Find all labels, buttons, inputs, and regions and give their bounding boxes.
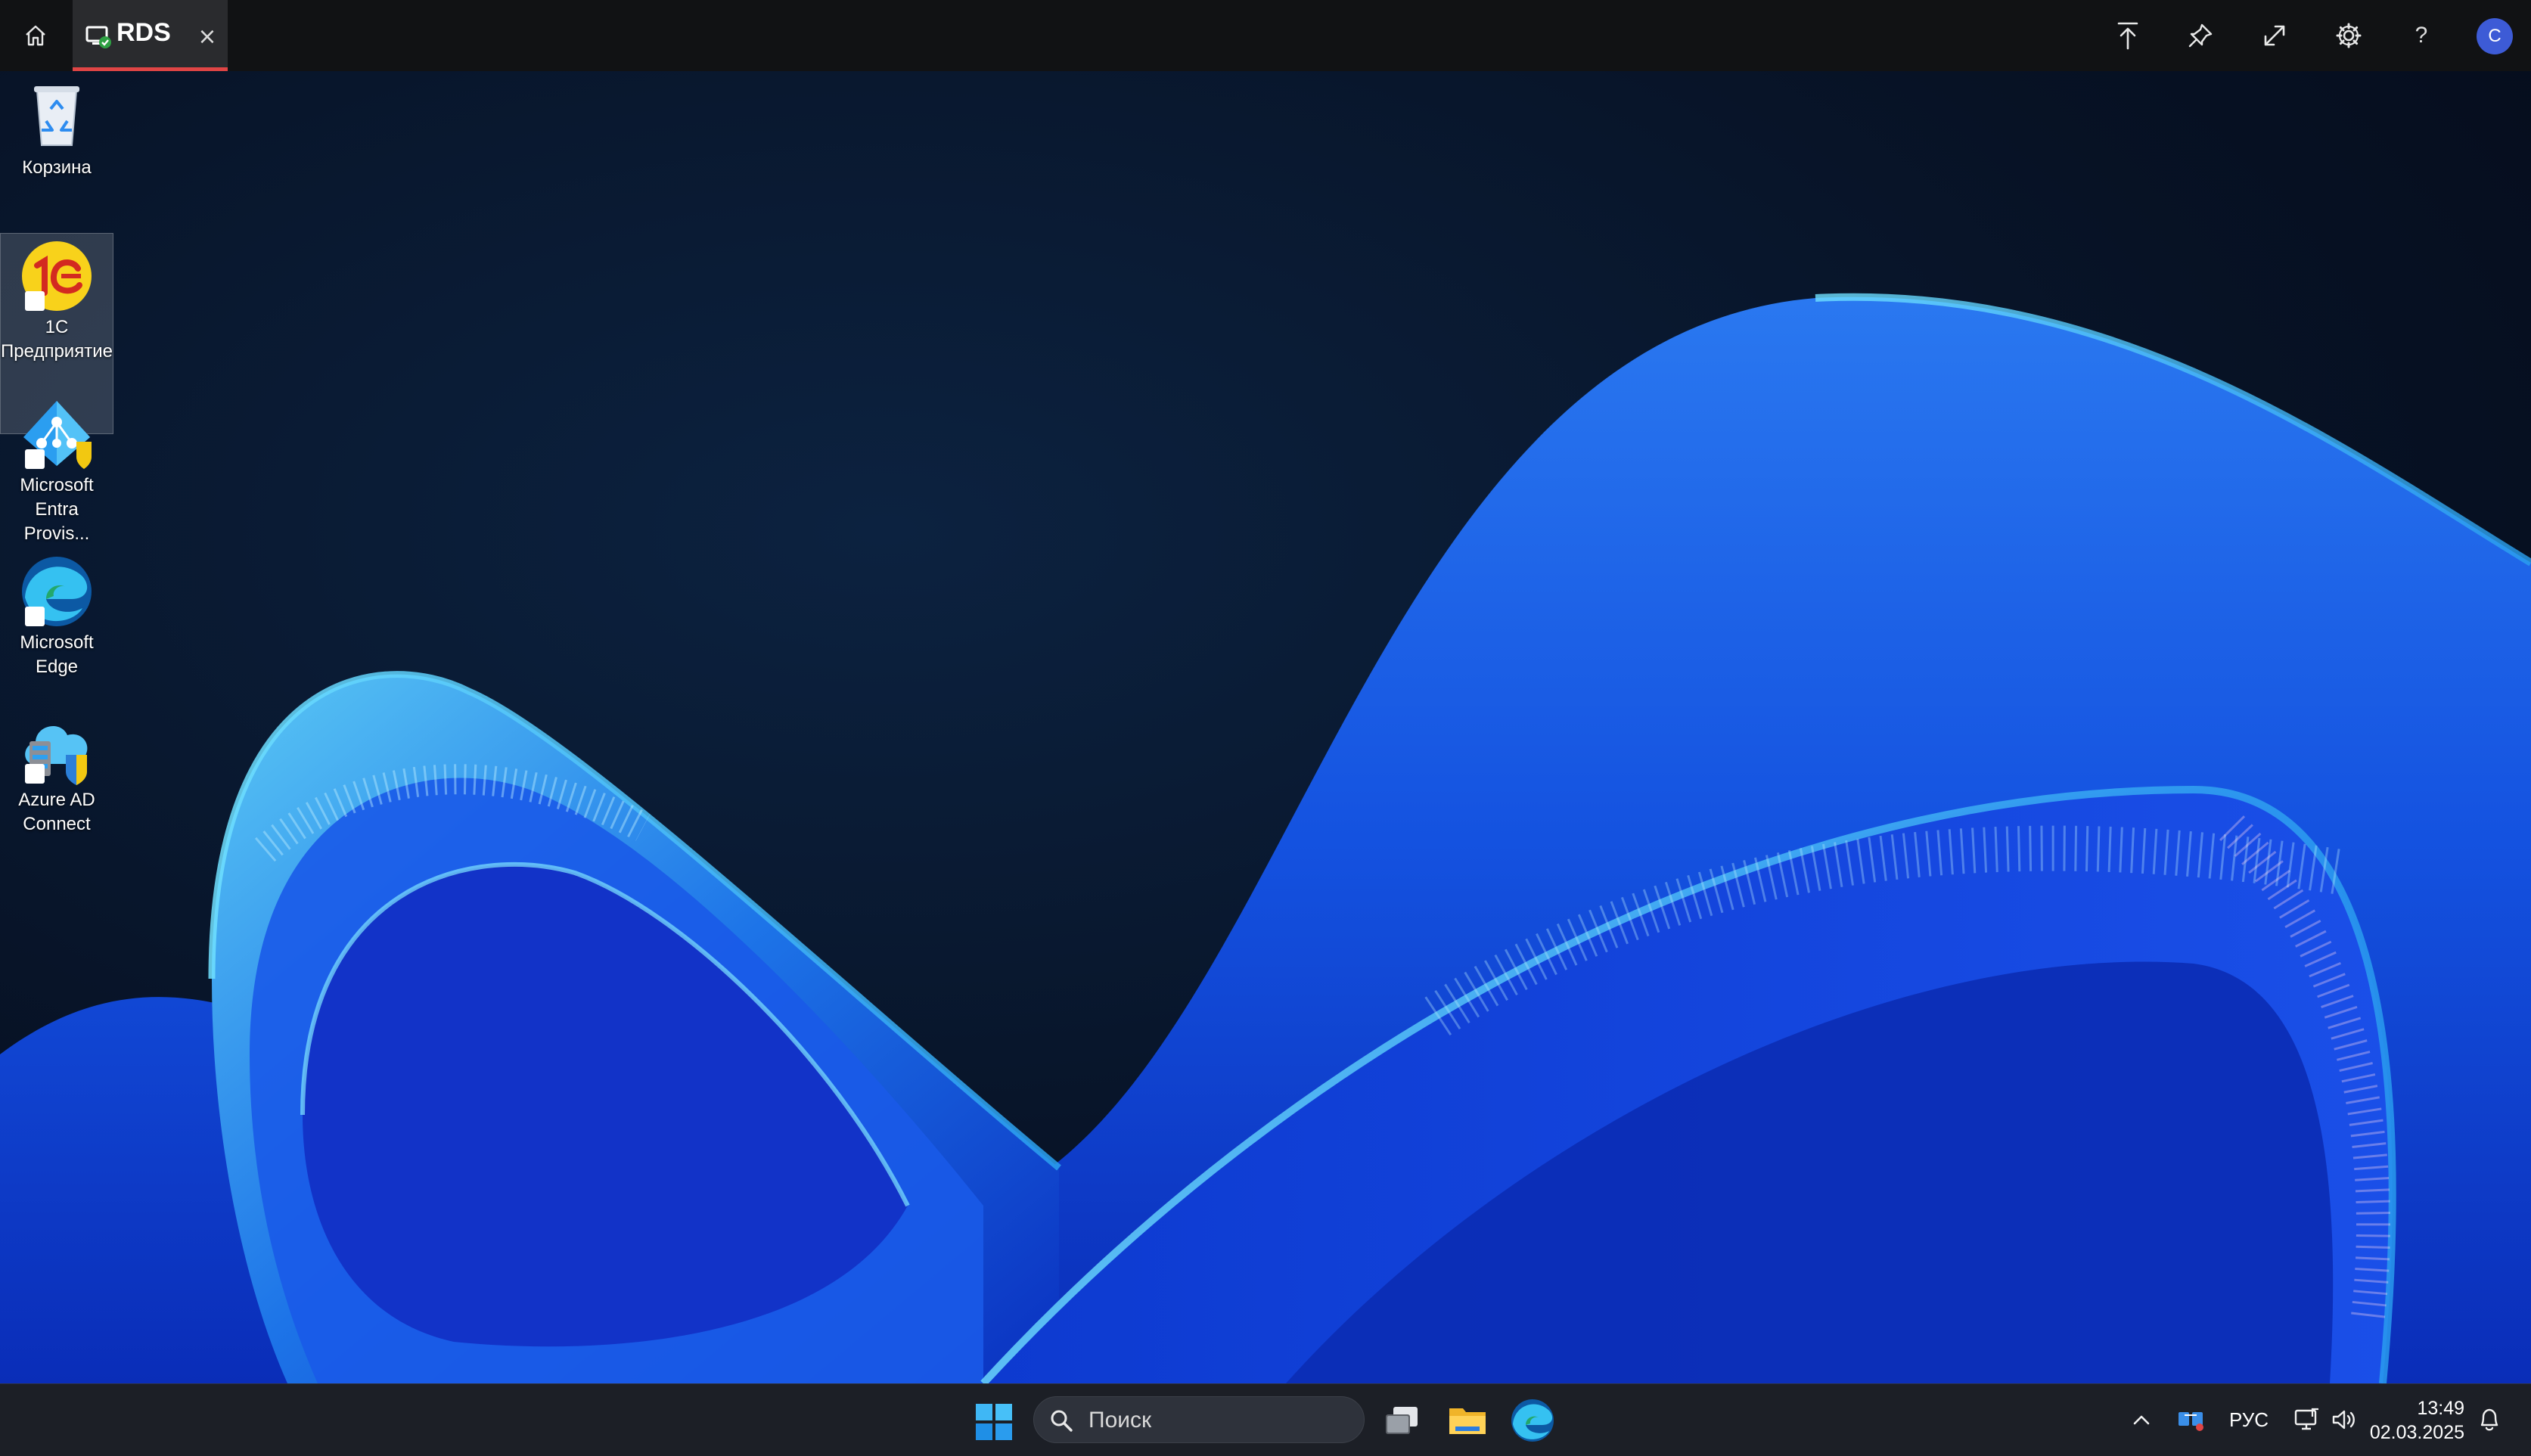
desktop-icon-label: 1С Предприятие	[1, 317, 113, 362]
desktop-icon-label: Microsoft Entra Provis...	[20, 475, 94, 544]
upload-icon	[2117, 22, 2138, 50]
file-explorer-icon[interactable]	[1443, 1396, 1492, 1445]
show-hidden-icons-button[interactable]	[2123, 1395, 2160, 1445]
recycle-bin-icon	[34, 86, 79, 146]
volume-icon	[2332, 1410, 2355, 1430]
edge-icon[interactable]	[1508, 1396, 1557, 1445]
tab-rds[interactable]: RDS ×	[73, 0, 228, 71]
search-icon	[1051, 1410, 1073, 1432]
tray-network-app[interactable]	[2172, 1395, 2210, 1445]
pin-icon	[2188, 23, 2213, 48]
bell-icon	[2480, 1408, 2498, 1431]
fullscreen-icon	[2264, 25, 2285, 46]
close-tab-button[interactable]: ×	[192, 20, 222, 53]
taskbar-clock[interactable]: 13:49 02.03.2025	[2366, 1396, 2464, 1445]
avatar[interactable]: C	[2477, 18, 2513, 54]
home-button[interactable]	[11, 11, 61, 61]
windows-start-icon[interactable]	[971, 1399, 1017, 1445]
input-language-indicator[interactable]: РУС	[2222, 1395, 2275, 1445]
settings-button[interactable]	[2324, 11, 2374, 61]
shortcut-arrow-icon	[25, 607, 45, 626]
notifications-button[interactable]	[2470, 1395, 2508, 1445]
search-placeholder: Поиск	[1088, 1408, 1152, 1433]
entra-provisioning-icon	[19, 396, 95, 472]
1c-enterprise-icon	[19, 238, 95, 314]
edge-icon	[19, 554, 95, 629]
tray-volume-button[interactable]	[2325, 1395, 2363, 1445]
desktop-icon-label: Microsoft Edge	[20, 632, 94, 677]
help-button[interactable]: ?	[2396, 11, 2446, 61]
pin-button[interactable]	[2175, 11, 2225, 61]
shortcut-arrow-icon	[25, 764, 45, 784]
help-icon: ?	[2415, 23, 2428, 48]
fullscreen-button[interactable]	[2250, 11, 2300, 61]
tray-display-button[interactable]	[2287, 1395, 2325, 1445]
desktop-icon-label: Корзина	[22, 157, 92, 178]
clock-date: 02.03.2025	[2369, 1422, 2464, 1443]
taskbar-search-box[interactable]: Поиск	[1033, 1396, 1365, 1443]
rds-client-toolbar: RDS × ? C	[0, 0, 2531, 71]
upload-button[interactable]	[2103, 11, 2153, 61]
remote-desktop-area[interactable]: Корзина 1С Предприятие Microsoft Entra P…	[0, 71, 2531, 1383]
remote-desktop-icon	[85, 26, 111, 48]
wallpaper-bloom	[0, 71, 2531, 1383]
desktop-icon-azure-ad-connect[interactable]: Azure AD Connect	[0, 706, 113, 908]
taskbar: Поиск РУС 13:49 02.03.2025	[0, 1383, 2531, 1456]
shortcut-arrow-icon	[25, 291, 45, 311]
clock-time: 13:49	[2417, 1398, 2464, 1419]
chevron-up-icon	[2133, 1415, 2150, 1425]
tab-label: RDS	[116, 18, 171, 47]
language-label: РУС	[2228, 1408, 2269, 1431]
close-icon: ×	[197, 23, 217, 50]
azure-ad-connect-icon	[19, 711, 95, 787]
gear-icon	[2336, 23, 2362, 48]
display-icon	[2294, 1408, 2318, 1430]
home-icon	[26, 25, 45, 46]
shortcut-arrow-icon	[25, 449, 45, 469]
network-app-icon	[2179, 1412, 2203, 1431]
task-view-icon[interactable]	[1378, 1396, 1427, 1445]
desktop-icon-recycle-bin[interactable]: Корзина	[0, 74, 113, 188]
desktop-icon-label: Azure AD Connect	[18, 790, 95, 834]
